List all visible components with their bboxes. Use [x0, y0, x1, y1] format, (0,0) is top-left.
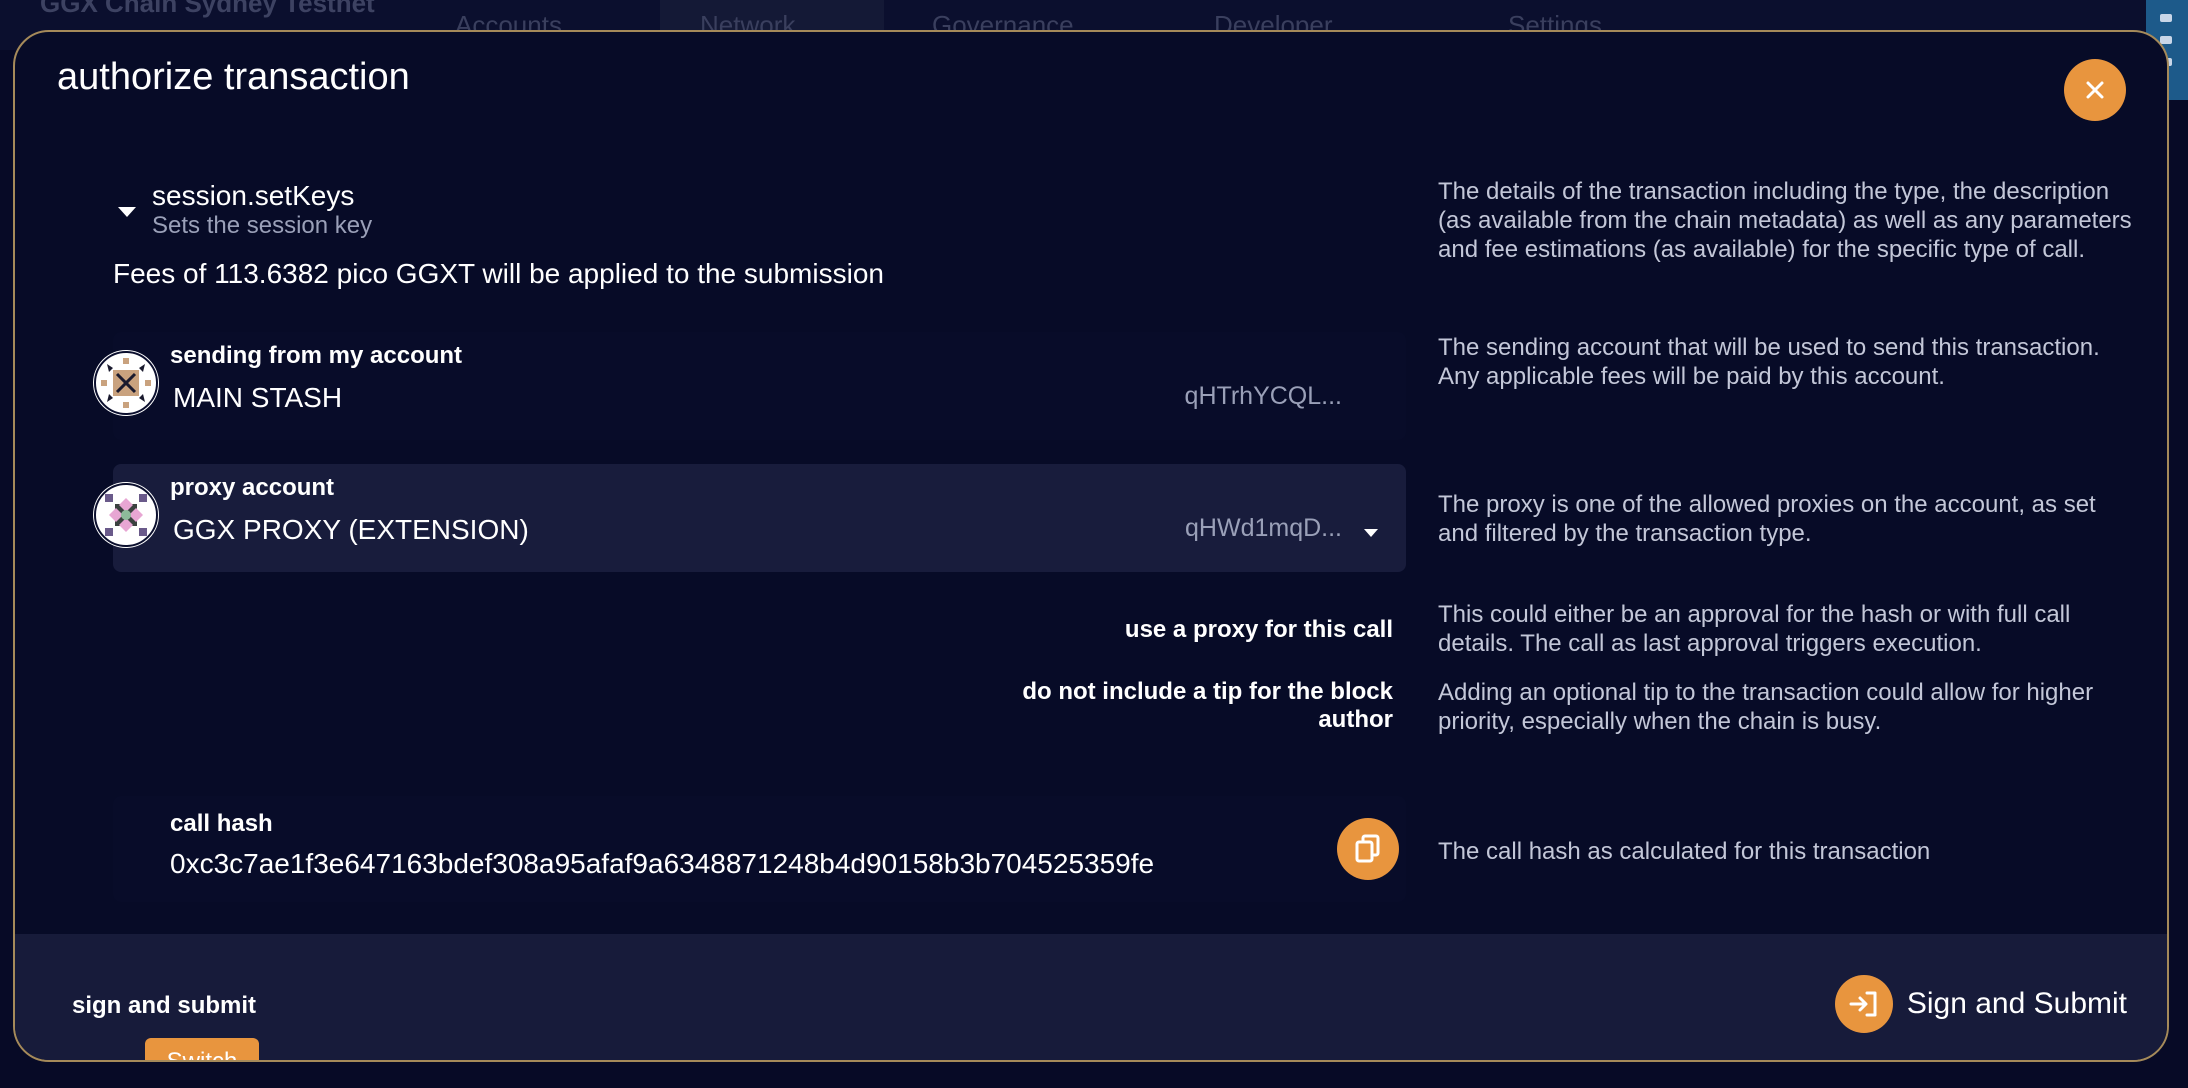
close-icon [2086, 81, 2104, 99]
call-description: Sets the session key [152, 212, 373, 239]
sender-address: qHTrhYCQL... [1184, 382, 1342, 410]
caret-down-icon [118, 207, 136, 217]
use-proxy-row: use a proxy for this call [113, 616, 1393, 656]
fees-info: Fees of 113.6382 pico GGXT will be appli… [113, 258, 884, 289]
no-tip-label-line2: author [1318, 706, 1393, 733]
authorize-transaction-modal: authorize transaction session.setKeys Se… [13, 30, 2169, 1062]
sender-label: sending from my account [170, 342, 463, 369]
modal-footer: sign and submit Switch Sign and Submit [15, 934, 2167, 1060]
call-hash-help-text: The call hash as calculated for this tra… [1438, 838, 1931, 865]
proxy-label: proxy account [170, 474, 335, 501]
close-button[interactable] [2064, 59, 2126, 121]
sender-account: sending from my account MAIN STASH qHTrh… [93, 332, 1406, 440]
call-expand-toggle[interactable] [113, 198, 141, 226]
chain-name[interactable]: GGX Chain Sydney Testnet [40, 0, 375, 19]
switch-button[interactable]: Switch [145, 1038, 259, 1060]
chevron-down-icon [1362, 524, 1380, 542]
proxy-address: qHWd1mqD... [1185, 514, 1342, 542]
modal-title: authorize transaction [57, 56, 410, 98]
copy-icon [1355, 834, 1380, 863]
proxy-account-select[interactable]: proxy account GGX PROXY (EXTENSION) qHWd… [93, 464, 1406, 572]
sign-mode-label: sign and submit [72, 992, 257, 1019]
call-hash-label: call hash [170, 810, 273, 837]
call-method: session.setKeys [152, 180, 355, 211]
sender-name: MAIN STASH [173, 382, 343, 413]
no-tip-label-line1: do not include a tip for the block [1022, 678, 1393, 705]
proxy-identicon [93, 482, 159, 548]
use-proxy-toggle[interactable]: use a proxy for this call [1125, 616, 1393, 644]
sender-help-text: The sending account that will be used to… [1438, 334, 2100, 390]
proxy-name: GGX PROXY (EXTENSION) [173, 514, 529, 545]
sender-identicon [93, 350, 159, 416]
tip-help-text: Adding an optional tip to the transactio… [1438, 679, 2094, 735]
sign-and-submit-label: Sign and Submit [1906, 987, 2127, 1020]
tip-row: do not include a tip for the block autho… [113, 678, 1393, 738]
use-proxy-help-text: This could either be an approval for the… [1438, 601, 2071, 657]
call-help-text: The details of the transaction including… [1438, 178, 2132, 263]
proxy-help-text: The proxy is one of the allowed proxies … [1438, 491, 2096, 547]
no-tip-toggle[interactable]: do not include a tip for the block autho… [1022, 678, 1393, 734]
call-hash-value[interactable]: 0xc3c7ae1f3e647163bdef308a95afaf9a634887… [170, 848, 1154, 880]
copy-hash-button[interactable] [1337, 818, 1399, 880]
sign-in-icon [1834, 975, 1893, 1033]
call-hash-field: call hash 0xc3c7ae1f3e647163bdef308a95af… [113, 796, 1406, 902]
sign-and-submit-button[interactable]: Sign and Submit [1834, 974, 2127, 1034]
